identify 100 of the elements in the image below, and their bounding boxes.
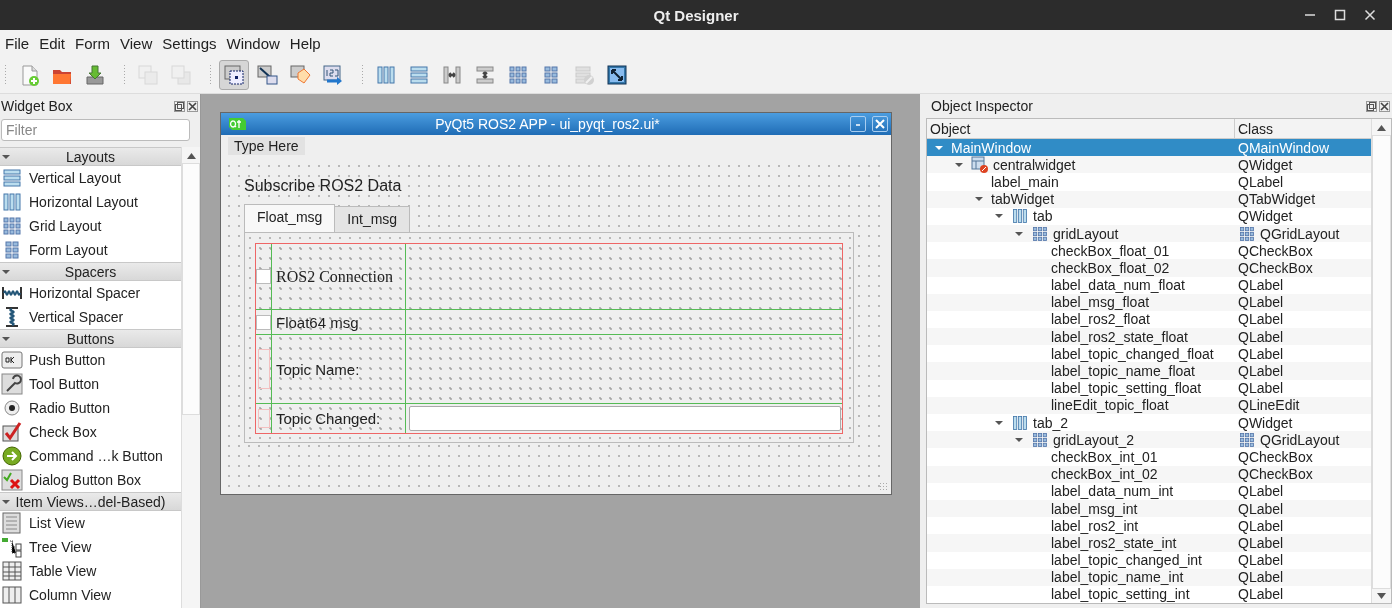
column-header[interactable]: Object xyxy=(927,119,1235,138)
form-label: Topic Name: xyxy=(276,360,360,378)
text-field[interactable] xyxy=(409,406,841,431)
tab[interactable]: Int_msg xyxy=(334,206,411,232)
tree-row[interactable]: label_topic_changed_int QLabel xyxy=(927,551,1371,569)
widget-list-item[interactable]: Vertical Layout xyxy=(0,166,181,190)
filter-field[interactable]: Filter xyxy=(1,119,190,141)
panel-title: Object Inspector xyxy=(931,98,1033,114)
tab[interactable]: Float_msg xyxy=(244,204,336,232)
tree-row[interactable]: label_msg_int QLabel xyxy=(927,499,1371,518)
class-name: QGridLayout xyxy=(1260,431,1340,448)
float-button[interactable] xyxy=(174,100,185,112)
widget-list-item[interactable]: Vertical Spacer xyxy=(0,305,181,329)
tree-row[interactable]: lineEdit_topic_float QLineEdit xyxy=(927,396,1371,414)
object-name: MainWindow xyxy=(951,139,1032,156)
tree-row[interactable]: MainWindow QMainWindow xyxy=(927,139,1371,157)
tree-row[interactable]: label_ros2_int QLabel xyxy=(927,517,1371,535)
tree-row[interactable]: checkBox_int_01 QCheckBox xyxy=(927,448,1371,466)
scroll-up-icon xyxy=(1377,125,1386,131)
close-button[interactable] xyxy=(1362,7,1378,23)
minimize-button[interactable] xyxy=(850,116,866,132)
tree-row[interactable]: tabWidget QTabWidget xyxy=(927,190,1371,208)
widget-list-item[interactable]: Dialog Button Box xyxy=(0,468,181,492)
tree-row[interactable]: label_topic_name_float QLabel xyxy=(927,362,1371,380)
tree-row[interactable]: gridLayout_2 QGridLayout xyxy=(927,431,1371,449)
column-header[interactable]: Class xyxy=(1235,119,1276,138)
category-header[interactable]: Layouts xyxy=(0,147,181,166)
menu-item[interactable]: Settings xyxy=(157,32,222,55)
widget-list-item[interactable]: Horizontal Spacer xyxy=(0,281,181,305)
widget-list-item[interactable]: Tree View xyxy=(0,535,181,559)
tree-row[interactable]: label_topic_setting_int QLabel xyxy=(927,585,1371,603)
tree-row[interactable]: checkBox_float_02 QCheckBox xyxy=(927,259,1371,277)
tree-row[interactable]: label_topic_changed_float QLabel xyxy=(927,345,1371,363)
columns-view-icon xyxy=(1,584,23,606)
maximize-button[interactable] xyxy=(1332,7,1348,23)
category-header[interactable]: Buttons xyxy=(0,329,181,348)
tree-row[interactable]: label_main QLabel xyxy=(927,173,1371,191)
tree-row[interactable]: checkBox_float_01 QCheckBox xyxy=(927,242,1371,260)
category-header[interactable]: Item Views…del-Based) xyxy=(0,492,181,511)
object-name: tab xyxy=(1033,208,1053,225)
tree-row[interactable]: label_data_num_float QLabel xyxy=(927,276,1371,294)
wrench-icon xyxy=(1,373,23,395)
tree-row[interactable]: centralwidget QWidget xyxy=(927,156,1371,174)
class-name: QLabel xyxy=(1238,363,1284,380)
checkbox[interactable] xyxy=(256,269,271,284)
rows-icon xyxy=(408,64,430,86)
object-name: gridLayout xyxy=(1053,225,1119,242)
widget-list-item[interactable]: Form Layout xyxy=(0,238,181,262)
close-button[interactable] xyxy=(187,100,198,112)
widget-list-item[interactable]: List View xyxy=(0,511,181,535)
tree-row[interactable]: label_topic_name_int QLabel xyxy=(927,568,1371,586)
object-name: label_topic_changed_float xyxy=(1051,345,1214,362)
scrollbar-thumb[interactable] xyxy=(182,163,200,415)
widget-list-item[interactable]: Table View xyxy=(0,559,181,583)
class-name: QLabel xyxy=(1238,483,1284,500)
number-arrow-icon xyxy=(322,64,344,86)
object-name: label_topic_name_int xyxy=(1051,569,1184,586)
menu-placeholder[interactable]: Type Here xyxy=(228,137,305,155)
class-name: QCheckBox xyxy=(1238,448,1313,465)
tree-row[interactable]: tab QWidget xyxy=(927,207,1371,225)
rows-icon xyxy=(1,167,23,189)
float-button[interactable] xyxy=(1366,100,1377,112)
close-icon xyxy=(188,101,197,111)
widget-list-item[interactable]: Radio Button xyxy=(0,396,181,420)
tree-row[interactable]: tab_2 QWidget xyxy=(927,414,1371,432)
class-name: QLabel xyxy=(1238,294,1284,311)
widget-list-item[interactable]: Column View xyxy=(0,583,181,607)
grid-icon xyxy=(1031,224,1049,243)
widget-list-item[interactable]: Command …k Button xyxy=(0,444,181,468)
scrollbar[interactable] xyxy=(181,147,200,608)
menu-item[interactable]: Edit xyxy=(34,32,71,55)
widget-list-item[interactable]: Check Box xyxy=(0,420,181,444)
tree-row[interactable]: checkBox_int_02 QCheckBox xyxy=(927,465,1371,483)
widget-list-item[interactable]: Push Button xyxy=(0,348,181,372)
tree-row[interactable]: label_msg_float QLabel xyxy=(927,293,1371,311)
tree-row[interactable]: label_ros2_state_float QLabel xyxy=(927,328,1371,346)
widget-list-item[interactable]: Horizontal Layout xyxy=(0,190,181,214)
tree-row[interactable]: label_ros2_float QLabel xyxy=(927,310,1371,329)
class-name: QLabel xyxy=(1238,328,1284,345)
widget-list-item[interactable]: Tool Button xyxy=(0,372,181,396)
menu-item[interactable]: Form xyxy=(70,32,116,55)
class-name: QCheckBox xyxy=(1238,466,1313,483)
close-button[interactable] xyxy=(1379,100,1390,112)
menu-item[interactable]: View xyxy=(115,32,158,55)
object-name: lineEdit_topic_float xyxy=(1051,397,1169,414)
checkbox[interactable] xyxy=(256,314,271,330)
class-name: QLabel xyxy=(1238,534,1284,551)
menu-item[interactable]: File xyxy=(0,32,35,55)
object-name: label_topic_name_float xyxy=(1051,363,1195,380)
object-name: label_ros2_float xyxy=(1051,311,1150,328)
tree-row[interactable]: label_ros2_state_int QLabel xyxy=(927,534,1371,552)
tree-row[interactable]: label_data_num_int QLabel xyxy=(927,482,1371,500)
tree-row[interactable]: gridLayout QGridLayout xyxy=(927,224,1371,243)
float-icon xyxy=(1367,101,1376,111)
widget-list-item[interactable]: Grid Layout xyxy=(0,214,181,238)
menu-item[interactable]: Help xyxy=(284,32,326,55)
class-name: QCheckBox xyxy=(1238,242,1313,259)
tree-row[interactable]: label_topic_setting_float QLabel xyxy=(927,379,1371,397)
menu-item[interactable]: Window xyxy=(221,32,285,55)
category-header[interactable]: Spacers xyxy=(0,262,181,281)
